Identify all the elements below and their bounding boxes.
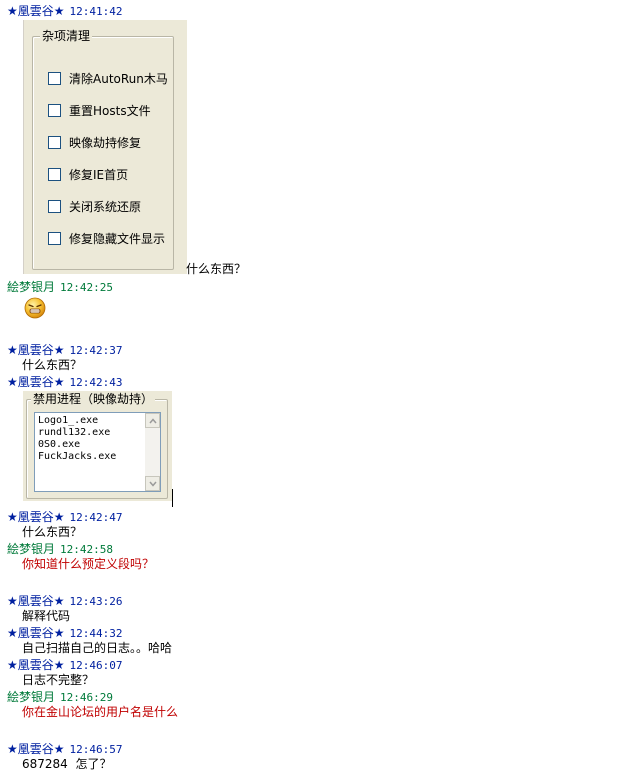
checkbox-label: 映像劫持修复 xyxy=(69,136,142,150)
checkbox-row[interactable]: 映像劫持修复 xyxy=(48,134,141,150)
checkbox-row[interactable]: 关闭系统还原 xyxy=(48,198,141,214)
checkbox-label: 修复IE首页 xyxy=(69,168,129,182)
checkbox[interactable] xyxy=(48,168,61,181)
sender-name: ★凰雲谷★ xyxy=(7,742,65,756)
chevron-down-icon xyxy=(149,481,157,487)
vertical-scrollbar[interactable] xyxy=(145,413,160,491)
scroll-up-button[interactable] xyxy=(145,413,160,428)
list-item[interactable]: 0S0.exe xyxy=(38,439,80,451)
message-text: 你知道什么预定义段吗？ xyxy=(22,557,155,571)
message-header: 絵梦银月 12:46:29 xyxy=(7,690,113,705)
message-header: ★凰雲谷★ 12:44:32 xyxy=(7,626,123,641)
checkbox-label: 关闭系统还原 xyxy=(69,200,142,214)
message-header: ★凰雲谷★ 12:46:07 xyxy=(7,658,123,673)
message-text: 自己扫描自己的日志。。哈哈 xyxy=(22,641,173,655)
message-header: ★凰雲谷★ 12:46:57 xyxy=(7,742,123,757)
timestamp: 12:42:47 xyxy=(69,511,123,524)
message-text: 你在金山论坛的用户名是什么 xyxy=(22,705,179,719)
checkbox[interactable] xyxy=(48,72,61,85)
cleanup-groupbox: 杂项清理 清除AutoRun木马 重置Hosts文件 映像劫持修复 修复IE首页… xyxy=(32,28,174,270)
sender-name: 絵梦银月 xyxy=(7,542,56,556)
timestamp: 12:44:32 xyxy=(69,627,123,640)
chat-log: ★凰雲谷★ 12:41:42 杂项清理 清除AutoRun木马 重置Hosts文件… xyxy=(0,0,640,773)
timestamp: 12:41:42 xyxy=(69,5,123,18)
message-text: 687284 怎了？ xyxy=(22,757,112,771)
sender-name: 絵梦银月 xyxy=(7,690,56,704)
chevron-up-icon xyxy=(149,418,157,424)
message-text: 解释代码 xyxy=(22,609,71,623)
checkbox-row[interactable]: 修复IE首页 xyxy=(48,166,128,182)
message-header: ★凰雲谷★ 12:42:47 xyxy=(7,510,123,525)
cleanup-screenshot: 杂项清理 清除AutoRun木马 重置Hosts文件 映像劫持修复 修复IE首页… xyxy=(23,20,187,274)
checkbox[interactable] xyxy=(48,232,61,245)
timestamp: 12:42:37 xyxy=(69,344,123,357)
scroll-down-button[interactable] xyxy=(145,476,160,491)
timestamp: 12:43:26 xyxy=(69,595,123,608)
message-text: 什么东西？ xyxy=(186,262,247,276)
groupbox-title: 禁用进程（映像劫持） xyxy=(31,392,156,407)
message-header: ★凰雲谷★ 12:42:37 xyxy=(7,343,123,358)
process-groupbox: 禁用进程（映像劫持） Logo1_.exe rundl132.exe 0S0.e… xyxy=(26,392,168,499)
timestamp: 12:46:57 xyxy=(69,743,123,756)
message-text: 日志不完整？ xyxy=(22,673,95,687)
timestamp: 12:42:58 xyxy=(60,543,113,556)
message-text: 什么东西？ xyxy=(22,358,83,372)
process-screenshot: 禁用进程（映像劫持） Logo1_.exe rundl132.exe 0S0.e… xyxy=(23,391,172,501)
sender-name: ★凰雲谷★ xyxy=(7,4,65,18)
sender-name: ★凰雲谷★ xyxy=(7,658,65,672)
timestamp: 12:42:43 xyxy=(69,376,123,389)
message-text: 什么东西？ xyxy=(22,525,83,539)
checkbox[interactable] xyxy=(48,200,61,213)
sender-name: ★凰雲谷★ xyxy=(7,594,65,608)
checkbox[interactable] xyxy=(48,136,61,149)
checkbox-row[interactable]: 修复隐藏文件显示 xyxy=(48,230,165,246)
grin-emoticon-icon xyxy=(24,297,46,319)
sender-name: ★凰雲谷★ xyxy=(7,510,65,524)
list-item[interactable]: rundl132.exe xyxy=(38,427,110,439)
list-item[interactable]: FuckJacks.exe xyxy=(38,451,116,463)
checkbox-label: 重置Hosts文件 xyxy=(69,104,151,118)
message-header: 絵梦银月 12:42:25 xyxy=(7,280,113,295)
checkbox-row[interactable]: 重置Hosts文件 xyxy=(48,102,151,118)
sender-name: ★凰雲谷★ xyxy=(7,626,65,640)
sender-name: 絵梦银月 xyxy=(7,280,56,294)
message-header: ★凰雲谷★ 12:42:43 xyxy=(7,375,123,390)
timestamp: 12:46:29 xyxy=(60,691,113,704)
message-header: 絵梦银月 12:42:58 xyxy=(7,542,113,557)
checkbox-label: 修复隐藏文件显示 xyxy=(69,232,166,246)
sender-name: ★凰雲谷★ xyxy=(7,375,65,389)
checkbox[interactable] xyxy=(48,104,61,117)
sender-name: ★凰雲谷★ xyxy=(7,343,65,357)
timestamp: 12:42:25 xyxy=(60,281,113,294)
list-item[interactable]: Logo1_.exe xyxy=(38,415,98,427)
checkbox-label: 清除AutoRun木马 xyxy=(69,72,168,86)
process-listbox[interactable]: Logo1_.exe rundl132.exe 0S0.exe FuckJack… xyxy=(34,412,161,492)
message-header: ★凰雲谷★ 12:41:42 xyxy=(7,4,123,19)
checkbox-row[interactable]: 清除AutoRun木马 xyxy=(48,70,168,86)
groupbox-title: 杂项清理 xyxy=(40,28,93,44)
text-caret xyxy=(172,489,173,507)
message-header: ★凰雲谷★ 12:43:26 xyxy=(7,594,123,609)
timestamp: 12:46:07 xyxy=(69,659,123,672)
